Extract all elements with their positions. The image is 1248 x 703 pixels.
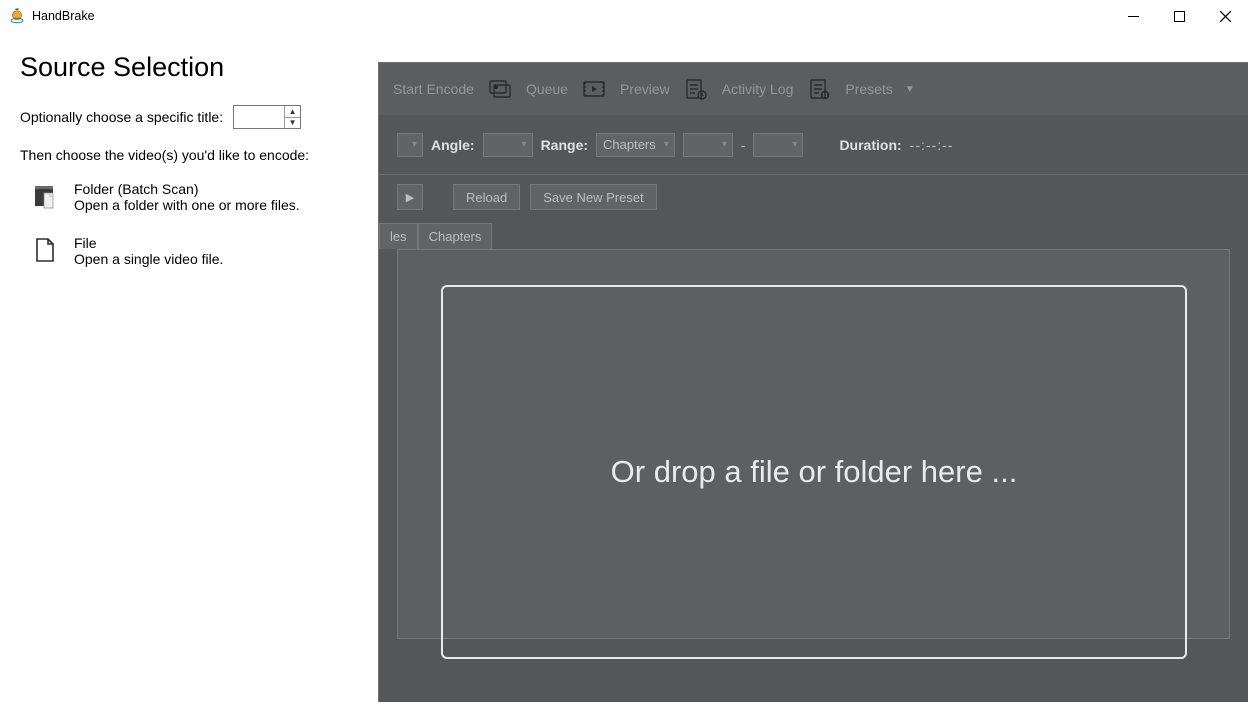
angle-label: Angle:	[431, 137, 475, 153]
reload-button[interactable]: Reload	[453, 184, 520, 210]
queue-icon[interactable]	[488, 77, 512, 101]
duration-label: Duration:	[839, 137, 901, 153]
presets-icon[interactable]	[807, 77, 831, 101]
source-file-title: File	[74, 235, 223, 251]
tab-chapters[interactable]: Chapters	[418, 223, 493, 249]
toolbar-queue[interactable]: Queue	[526, 81, 568, 97]
range-dash: -	[741, 137, 746, 153]
main-app-backdrop: Start Encode Queue Preview Activity Log	[378, 62, 1248, 702]
dropzone[interactable]: Or drop a file or folder here ...	[441, 285, 1187, 659]
source-selection-panel: Source Selection Optionally choose a spe…	[20, 52, 360, 289]
source-selection-heading: Source Selection	[20, 52, 360, 83]
toolbar-presets[interactable]: Presets ▼	[845, 81, 914, 97]
range-label: Range:	[541, 137, 588, 153]
source-file-option[interactable]: File Open a single video file.	[30, 235, 360, 267]
source-options-row: Angle: Range: Chapters - Duration: --:--…	[379, 115, 1248, 175]
source-file-sub: Open a single video file.	[74, 251, 223, 267]
toolbar-activity-log[interactable]: Activity Log	[722, 81, 794, 97]
choose-video-hint: Then choose the video(s) you'd like to e…	[20, 147, 360, 163]
specific-title-input[interactable]	[234, 106, 284, 128]
title-select[interactable]	[397, 133, 423, 157]
folder-icon	[30, 181, 60, 211]
file-icon	[30, 235, 60, 265]
dropzone-text: Or drop a file or folder here ...	[611, 454, 1018, 490]
spin-down-button[interactable]: ▼	[285, 118, 300, 129]
preview-icon[interactable]	[582, 77, 606, 101]
source-folder-option[interactable]: Folder (Batch Scan) Open a folder with o…	[30, 181, 360, 213]
tabs-row: les Chapters	[379, 219, 1248, 249]
save-new-preset-button[interactable]: Save New Preset	[530, 184, 656, 210]
window-minimize-button[interactable]	[1110, 0, 1156, 32]
window-title: HandBrake	[32, 9, 95, 23]
range-end-select[interactable]	[753, 133, 803, 157]
app-logo-icon	[8, 7, 26, 25]
preset-expand-button[interactable]: ▶	[397, 184, 423, 210]
duration-value: --:--:--	[910, 137, 954, 153]
source-folder-sub: Open a folder with one or more files.	[74, 197, 300, 213]
activity-log-icon[interactable]	[684, 77, 708, 101]
specific-title-spinner[interactable]: ▲ ▼	[233, 105, 301, 129]
range-start-select[interactable]	[683, 133, 733, 157]
window-maximize-button[interactable]	[1156, 0, 1202, 32]
toolbar-preview[interactable]: Preview	[620, 81, 670, 97]
angle-select[interactable]	[483, 133, 533, 157]
window-close-button[interactable]	[1202, 0, 1248, 32]
toolbar-start-encode[interactable]: Start Encode	[393, 81, 474, 97]
title-bar: HandBrake	[0, 0, 1248, 32]
preset-row: ▶ Reload Save New Preset	[379, 175, 1248, 219]
tab-subtitles[interactable]: les	[379, 223, 418, 249]
specific-title-label: Optionally choose a specific title:	[20, 109, 223, 125]
range-mode-select[interactable]: Chapters	[596, 133, 675, 157]
spin-up-button[interactable]: ▲	[285, 106, 300, 118]
chevron-down-icon: ▼	[905, 84, 915, 95]
main-toolbar: Start Encode Queue Preview Activity Log	[379, 63, 1248, 115]
source-folder-title: Folder (Batch Scan)	[74, 181, 300, 197]
